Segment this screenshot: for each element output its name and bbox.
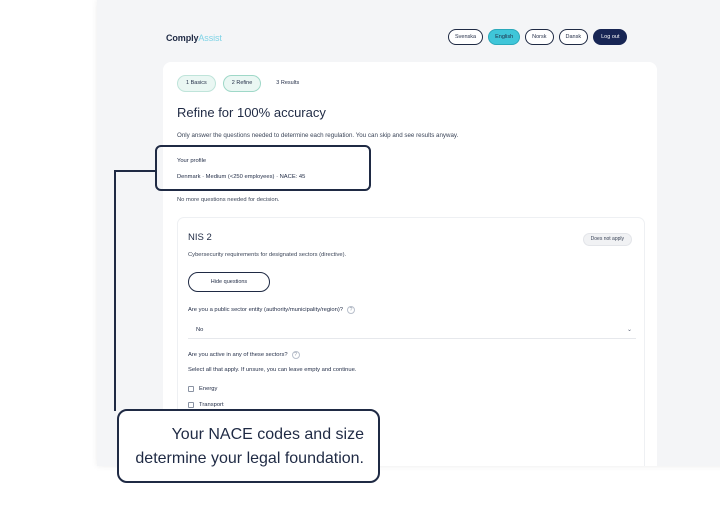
app-window: ComplyAssist Svenska English Norsk Dansk… (97, 0, 720, 466)
logo[interactable]: ComplyAssist (166, 33, 222, 43)
question-label: Are you a public sector entity (authorit… (188, 307, 343, 313)
question-sectors: Are you active in any of these sectors? … (188, 351, 300, 359)
callout-connector-vertical (114, 170, 116, 411)
option-label: Energy (199, 386, 218, 392)
question-public-sector: Are you a public sector entity (authorit… (188, 306, 355, 314)
language-switcher: Svenska English Norsk Dansk Log out (448, 29, 628, 45)
help-icon[interactable]: ? (291, 351, 300, 359)
help-icon[interactable]: ? (346, 306, 355, 314)
language-button-norsk[interactable]: Norsk (525, 29, 554, 45)
page-title: Refine for 100% accuracy (177, 105, 326, 120)
public-sector-select[interactable]: No ⌄ (188, 321, 636, 339)
regulation-description: Cybersecurity requirements for designate… (188, 252, 347, 258)
regulation-title: NIS 2 (188, 232, 212, 243)
hide-questions-button[interactable]: Hide questions (188, 272, 270, 292)
logout-button[interactable]: Log out (593, 29, 628, 45)
logo-accent: Assist (198, 33, 222, 43)
callout-box: Your NACE codes and size determine your … (117, 409, 380, 483)
callout-text: Your NACE codes and size determine your … (135, 426, 364, 467)
no-more-questions-text: No more questions needed for decision. (177, 197, 280, 203)
step-basics[interactable]: 1 Basics (177, 75, 216, 92)
select-value: No (196, 327, 204, 333)
sectors-help-text: Select all that apply. If unsure, you ca… (188, 367, 357, 373)
top-header: ComplyAssist Svenska English Norsk Dansk… (97, 0, 720, 60)
profile-highlight-box (155, 145, 371, 191)
language-button-svenska[interactable]: Svenska (448, 29, 484, 45)
chevron-down-icon: ⌄ (626, 327, 632, 333)
refine-card: 1 Basics 2 Refine 3 Results Refine for 1… (163, 62, 657, 466)
step-results[interactable]: 3 Results (268, 75, 307, 92)
page-subtitle: Only answer the questions needed to dete… (177, 132, 459, 139)
language-button-english[interactable]: English (488, 29, 521, 45)
sector-option-transport[interactable]: Transport (188, 402, 224, 408)
step-refine[interactable]: 2 Refine (222, 75, 262, 92)
checkbox[interactable] (188, 386, 194, 392)
question-label: Are you active in any of these sectors? (188, 352, 288, 358)
language-button-dansk[interactable]: Dansk (558, 29, 589, 45)
sector-option-energy[interactable]: Energy (188, 386, 217, 392)
callout-connector-horizontal (114, 170, 156, 172)
logo-main: Comply (166, 33, 199, 43)
checkbox[interactable] (188, 402, 194, 408)
stepper: 1 Basics 2 Refine 3 Results (177, 75, 307, 92)
status-badge: Does not apply (582, 233, 632, 246)
option-label: Transport (199, 402, 224, 408)
